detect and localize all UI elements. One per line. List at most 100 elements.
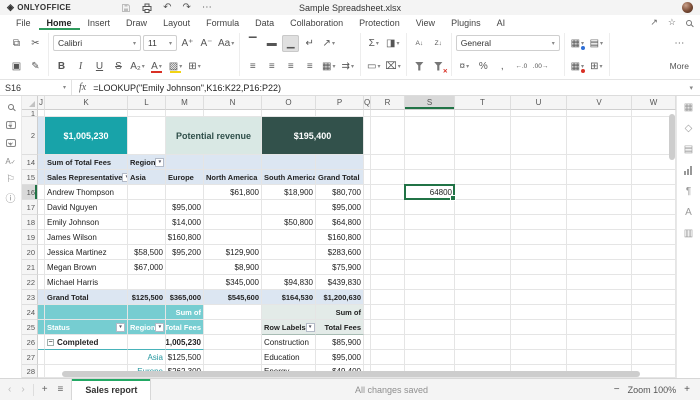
grid-cell[interactable] bbox=[405, 320, 455, 335]
borders-icon[interactable]: ⊞ ▾ bbox=[186, 58, 203, 75]
row-header-15[interactable]: 15 bbox=[22, 170, 38, 185]
grid-cell[interactable] bbox=[204, 200, 262, 215]
grid-cell[interactable] bbox=[364, 185, 371, 200]
grid-cell[interactable] bbox=[128, 305, 166, 320]
row-header-20[interactable]: 20 bbox=[22, 245, 38, 260]
grid-cell[interactable] bbox=[128, 185, 166, 200]
add-sheet-icon[interactable]: + bbox=[38, 384, 52, 395]
grid-cell[interactable] bbox=[204, 350, 262, 365]
grid-cell[interactable] bbox=[262, 110, 316, 117]
grid-cell[interactable] bbox=[567, 245, 632, 260]
grid-cell[interactable] bbox=[567, 350, 632, 365]
grid-cell[interactable] bbox=[405, 275, 455, 290]
grid-cell[interactable] bbox=[38, 245, 45, 260]
grid-cell[interactable] bbox=[405, 155, 455, 170]
print-icon[interactable] bbox=[142, 3, 152, 13]
cell-M25[interactable]: Total Fees bbox=[166, 320, 204, 335]
cell-M15[interactable]: Europe bbox=[166, 170, 204, 185]
row-header-2[interactable]: 2 bbox=[22, 117, 38, 155]
next-sheet-icon[interactable]: › bbox=[17, 384, 28, 395]
cell-N23[interactable]: $545,600 bbox=[204, 290, 262, 305]
cell-S16[interactable]: 64800 bbox=[405, 185, 455, 200]
grid-cell[interactable] bbox=[38, 320, 45, 335]
grid-cell[interactable] bbox=[632, 305, 676, 320]
column-header-M[interactable]: M bbox=[166, 96, 204, 110]
grid-cell[interactable] bbox=[632, 215, 676, 230]
grid-cell[interactable] bbox=[455, 155, 511, 170]
column-header-O[interactable]: O bbox=[262, 96, 316, 110]
grid-cell[interactable] bbox=[632, 230, 676, 245]
grid-cell[interactable] bbox=[632, 350, 676, 365]
search-icon[interactable] bbox=[686, 18, 692, 28]
row-header-24[interactable]: 24 bbox=[22, 305, 38, 320]
grid-cell[interactable] bbox=[364, 335, 371, 350]
spreadsheet-grid[interactable]: J K L M N O P Q R S T U V W 1 2 14 15 16 17 18 19 20 21 22 23 24 25… bbox=[22, 96, 676, 378]
grid-cell[interactable] bbox=[38, 215, 45, 230]
grid-cell[interactable] bbox=[405, 260, 455, 275]
cell-name-box[interactable]: S16 ▾ bbox=[0, 80, 72, 95]
menu-ai[interactable]: AI bbox=[489, 15, 514, 30]
grid-cell[interactable] bbox=[166, 260, 204, 275]
grid-cell[interactable] bbox=[166, 155, 204, 170]
row-header-26[interactable]: 26 bbox=[22, 335, 38, 350]
grid-cell[interactable] bbox=[371, 245, 405, 260]
grid-cell[interactable] bbox=[632, 335, 676, 350]
about-icon[interactable]: ⓘ bbox=[4, 191, 18, 205]
spellcheck-icon[interactable]: A✓ bbox=[4, 155, 18, 167]
grid-cell[interactable] bbox=[371, 215, 405, 230]
comments-icon[interactable]: ≡ bbox=[4, 119, 18, 131]
grid-cell[interactable] bbox=[371, 110, 405, 117]
formula-input[interactable]: =LOOKUP("Emily Johnson",K16:K22,P16:P22) bbox=[93, 83, 281, 93]
decrease-decimal-icon[interactable]: ←.0 bbox=[513, 58, 530, 75]
grid-cell[interactable] bbox=[405, 350, 455, 365]
cell-N20[interactable]: $129,900 bbox=[204, 245, 262, 260]
grid-cell[interactable] bbox=[455, 200, 511, 215]
grid-cell[interactable] bbox=[511, 305, 567, 320]
grid-cell[interactable] bbox=[511, 170, 567, 185]
cell-K16[interactable]: Andrew Thompson bbox=[45, 185, 128, 200]
column-header-L[interactable]: L bbox=[128, 96, 166, 110]
column-header-K[interactable]: K bbox=[45, 96, 128, 110]
autosum-icon[interactable]: Σ ▾ bbox=[365, 35, 382, 52]
column-header-S[interactable]: S bbox=[405, 96, 455, 110]
grid-cell[interactable] bbox=[455, 350, 511, 365]
cell-M24[interactable]: Sum of bbox=[166, 305, 204, 320]
cell-M27[interactable]: $125,500 bbox=[166, 350, 204, 365]
grid-cell[interactable] bbox=[128, 335, 166, 350]
image-settings-icon[interactable]: ▤ bbox=[682, 143, 696, 155]
cell-P26[interactable]: $85,900 bbox=[316, 335, 364, 350]
cell-L21[interactable]: $67,000 bbox=[128, 260, 166, 275]
cell-O16[interactable]: $18,900 bbox=[262, 185, 316, 200]
feedback-icon[interactable]: ⚐ bbox=[4, 173, 18, 185]
row-header-23[interactable]: 23 bbox=[22, 290, 38, 305]
grid-cell[interactable] bbox=[128, 215, 166, 230]
sheet-list-icon[interactable]: ≡ bbox=[54, 384, 68, 395]
cell-O2[interactable]: $195,400 bbox=[262, 117, 364, 155]
row-header-17[interactable]: 17 bbox=[22, 200, 38, 215]
text-orientation-icon[interactable]: ↗ ▾ bbox=[320, 35, 337, 52]
grid-cell[interactable] bbox=[511, 320, 567, 335]
grid-cell[interactable] bbox=[511, 155, 567, 170]
grid-cell[interactable] bbox=[455, 185, 511, 200]
grid-cell[interactable] bbox=[511, 350, 567, 365]
grid-cell[interactable] bbox=[364, 260, 371, 275]
grid-cell[interactable] bbox=[128, 200, 166, 215]
menu-formula[interactable]: Formula bbox=[198, 15, 247, 30]
user-avatar[interactable] bbox=[682, 2, 693, 13]
grid-cell[interactable] bbox=[567, 200, 632, 215]
slicer-settings-icon[interactable]: ▥ bbox=[682, 227, 696, 239]
cell-P27[interactable]: $95,000 bbox=[316, 350, 364, 365]
italic-button[interactable]: I bbox=[72, 58, 89, 75]
grid-cell[interactable] bbox=[128, 117, 166, 155]
grid-cell[interactable] bbox=[511, 200, 567, 215]
grid-cell[interactable] bbox=[262, 260, 316, 275]
fill-icon[interactable]: ◨ ▾ bbox=[384, 35, 401, 52]
grid-cell[interactable] bbox=[128, 275, 166, 290]
copy-style-icon[interactable]: ✎ bbox=[27, 58, 44, 75]
grid-cell[interactable] bbox=[567, 230, 632, 245]
cell-O26[interactable]: Construction bbox=[262, 335, 316, 350]
grid-cell[interactable] bbox=[204, 230, 262, 245]
grid-cell[interactable] bbox=[632, 275, 676, 290]
cell-K22[interactable]: Michael Harris bbox=[45, 275, 128, 290]
cell-N15[interactable]: North America bbox=[204, 170, 262, 185]
